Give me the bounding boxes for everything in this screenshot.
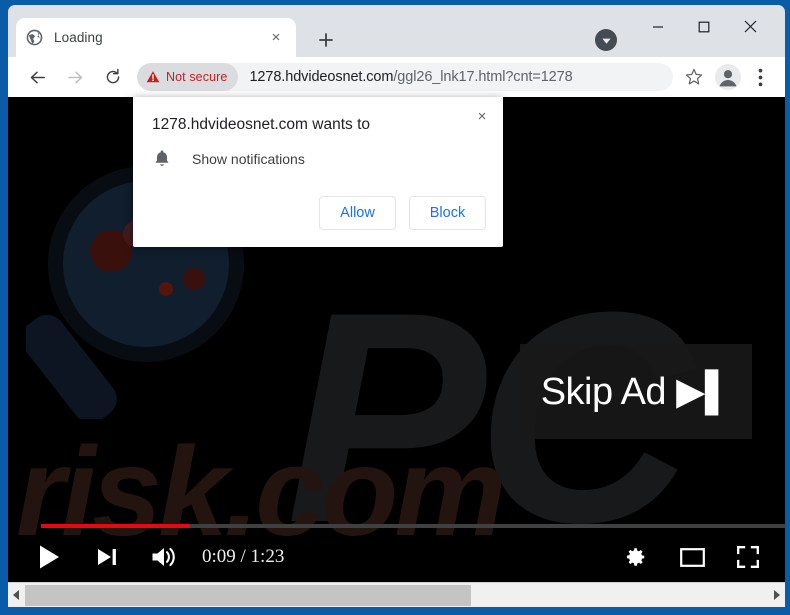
- globe-icon: [26, 29, 43, 46]
- skip-ad-button[interactable]: Skip Ad ▶▌: [520, 344, 752, 439]
- permission-dialog-title: 1278.hdvideosnet.com wants to: [152, 116, 370, 133]
- url-host: 1278.hdvideosnet.com: [249, 69, 394, 85]
- not-secure-badge[interactable]: Not secure: [137, 63, 239, 91]
- tab-close-icon[interactable]: ×: [266, 28, 286, 48]
- video-controls: 0:09 / 1:23: [8, 532, 785, 582]
- block-button[interactable]: Block: [409, 196, 486, 230]
- address-bar[interactable]: Not secure 1278.hdvideosnet.com/ggl26_ln…: [137, 63, 673, 91]
- chevron-left-icon: [13, 590, 19, 600]
- video-time-display: 0:09 / 1:23: [202, 546, 285, 567]
- update-arrow-icon: [601, 38, 611, 44]
- url-text: 1278.hdvideosnet.com/ggl26_lnk17.html?cn…: [249, 69, 572, 85]
- window-minimize-button[interactable]: [635, 10, 681, 43]
- user-avatar-icon: [715, 64, 741, 90]
- permission-close-icon[interactable]: ×: [469, 103, 495, 129]
- arrow-right-icon: [67, 71, 82, 83]
- tab-strip: Loading ×: [8, 5, 785, 57]
- plus-icon: [319, 33, 333, 47]
- play-icon: [40, 545, 59, 569]
- bell-icon: [155, 150, 169, 166]
- theater-mode-icon: [679, 547, 705, 567]
- forward-button[interactable]: [59, 61, 91, 93]
- permission-actions: Allow Block: [319, 196, 486, 230]
- video-progress-bar[interactable]: [41, 524, 785, 528]
- allow-button[interactable]: Allow: [319, 196, 396, 230]
- volume-button[interactable]: [148, 541, 180, 573]
- video-progress-fill: [41, 524, 190, 528]
- volume-icon: [152, 547, 175, 567]
- bookmark-button[interactable]: [679, 62, 709, 92]
- skip-ad-label: Skip Ad ▶▌: [540, 371, 732, 413]
- permission-request-row: Show notifications: [152, 149, 305, 169]
- scroll-left-arrow[interactable]: [8, 584, 25, 607]
- fullscreen-icon: [737, 546, 759, 568]
- permission-request-label: Show notifications: [192, 151, 305, 167]
- close-icon: [744, 20, 756, 33]
- gear-icon: [626, 548, 645, 566]
- url-path: /ggl26_lnk17.html?cnt=1278: [393, 69, 573, 85]
- fullscreen-button[interactable]: [733, 542, 763, 572]
- theater-mode-button[interactable]: [677, 542, 707, 572]
- profile-button[interactable]: [713, 62, 743, 92]
- reload-button[interactable]: [97, 61, 129, 93]
- next-track-button[interactable]: [92, 542, 122, 572]
- star-icon: [685, 68, 703, 85]
- window-close-button[interactable]: [727, 10, 773, 43]
- horizontal-scrollbar[interactable]: [8, 582, 785, 607]
- scrollbar-trough[interactable]: [25, 584, 768, 607]
- chevron-right-icon: [774, 590, 780, 600]
- new-tab-button[interactable]: [308, 25, 344, 55]
- reload-icon: [106, 68, 120, 84]
- browser-tab[interactable]: Loading ×: [16, 18, 296, 57]
- window-maximize-button[interactable]: [681, 10, 727, 43]
- scroll-right-arrow[interactable]: [768, 584, 785, 607]
- scrollbar-thumb[interactable]: [25, 584, 471, 606]
- play-button[interactable]: [32, 540, 66, 574]
- not-secure-label: Not secure: [166, 70, 228, 84]
- next-track-icon: [98, 549, 116, 565]
- maximize-icon: [698, 21, 710, 32]
- update-badge-button[interactable]: [595, 29, 617, 51]
- back-button[interactable]: [21, 61, 53, 93]
- arrow-left-icon: [30, 71, 45, 83]
- settings-button[interactable]: [621, 542, 651, 572]
- browser-window: Loading × Not secure 1278.hdvideosnet.co…: [0, 0, 790, 615]
- warning-triangle-icon: [146, 71, 160, 83]
- three-dot-menu-icon: [758, 68, 762, 86]
- notification-permission-dialog[interactable]: × 1278.hdvideosnet.com wants to Show not…: [133, 97, 503, 247]
- browser-menu-button[interactable]: [745, 62, 775, 92]
- minimize-icon: [653, 25, 663, 28]
- tab-title: Loading: [54, 30, 103, 45]
- browser-toolbar: Not secure 1278.hdvideosnet.com/ggl26_ln…: [8, 57, 785, 97]
